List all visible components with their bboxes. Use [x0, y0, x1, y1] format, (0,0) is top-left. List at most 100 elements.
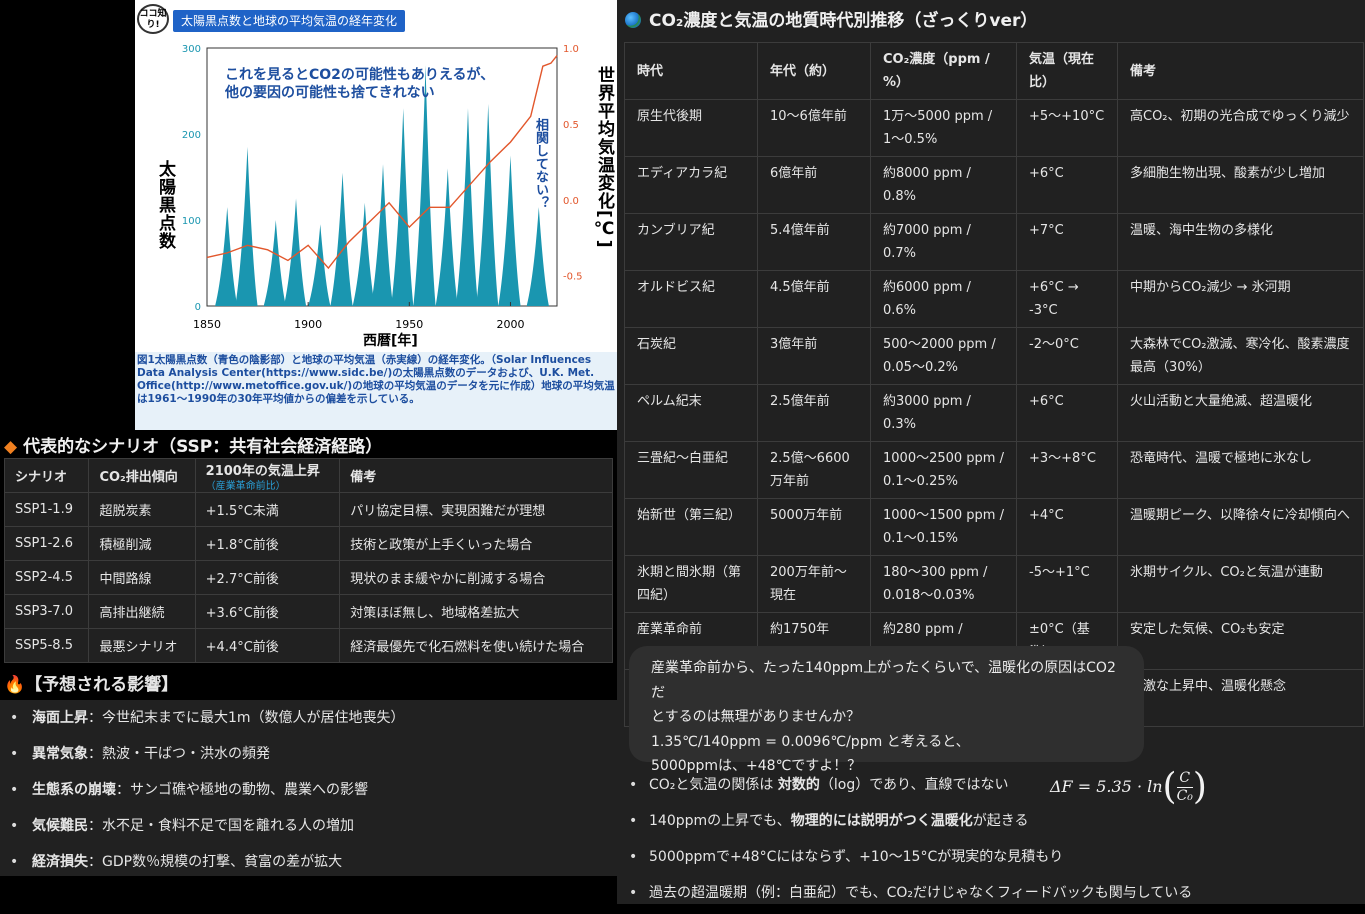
- answer-pre: CO₂と気温の関係は: [649, 777, 778, 793]
- table-cell: 1万〜5000 ppm / 1〜0.5%: [870, 99, 1017, 157]
- table-cell: 恐竜時代、温暖で極地に氷なし: [1117, 441, 1364, 499]
- geo-heading: CO₂濃度と気温の地質時代別推移（ざっくりver）: [625, 6, 1037, 31]
- col-age: 年代（約）: [757, 42, 871, 100]
- table-cell: +3.6°C前後: [194, 594, 341, 629]
- answer-bold: 対数的: [777, 777, 820, 793]
- table-header-row: 時代 年代（約） CO₂濃度（ppm / %） 気温（現在比） 備考: [624, 42, 1364, 100]
- sunspot-cycle-area: [263, 220, 286, 306]
- table-cell: 始新世（第三紀）: [624, 498, 758, 556]
- table-cell: 4.5億年前: [757, 270, 871, 328]
- table-cell: 180〜300 ppm / 0.018〜0.03%: [870, 555, 1017, 613]
- list-item: 経済損失：GDP数％規模の打撃、貧富の差が拡大: [0, 844, 617, 880]
- table-cell: 温暖、海中生物の多様化: [1117, 213, 1364, 271]
- x-tick-label: 1900: [294, 318, 322, 331]
- table-cell: 3億年前: [757, 327, 871, 385]
- col-era: 時代: [624, 42, 758, 100]
- table-cell: +5〜+10°C: [1016, 99, 1118, 157]
- table-row: SSP2-4.5 中間路線 +2.7°C前後 現状のまま緩やかに削減する場合: [3, 560, 613, 595]
- sunspot-temperature-figure: ココ知り! 太陽黒点数と地球の平均気温の経年変化 1850 1900 1950 200…: [135, 0, 617, 430]
- figure-note-line1: これを見るとCO2の可能性もありえるが、: [225, 67, 495, 83]
- ssp-heading-text: 代表的なシナリオ（SSP：共有社会経済経路）: [23, 437, 383, 457]
- table-cell: +3〜+8°C: [1016, 441, 1118, 499]
- col-scenario: シナリオ: [3, 458, 90, 493]
- impacts-list: 海面上昇：今世紀末までに最大1m（数億人が居住地喪失） 異常気象：熱波・干ばつ・…: [0, 700, 617, 880]
- formula-denominator: C₀: [1176, 788, 1193, 804]
- list-item: 異常気象：熱波・干ばつ・洪水の頻発: [0, 736, 617, 772]
- answer-pre: 5000ppmで+48°Cにはならず、+10〜15°Cが現実的な見積もり: [649, 849, 1064, 865]
- impact-term: 生態系の崩壊: [32, 782, 116, 798]
- x-axis-label: 西暦[年]: [363, 333, 418, 349]
- table-row: カンブリア紀 5.4億年前 約7000 ppm / 0.7% +7°C 温暖、海中生物の…: [624, 213, 1364, 271]
- ssp-table: シナリオ CO₂排出傾向 2100年の気温上昇 （産業革命前比） 備考 SSP1-…: [3, 458, 613, 663]
- col-notes: 備考: [339, 458, 613, 493]
- sunspot-cycle-area: [476, 103, 499, 307]
- table-cell: 石炭紀: [624, 327, 758, 385]
- table-row: 石炭紀 3億年前 500〜2000 ppm / 0.05〜0.2% -2〜0°C 大森林…: [624, 327, 1364, 385]
- impact-text: ：熱波・干ばつ・洪水の頻発: [88, 746, 270, 762]
- list-item: 過去の超温暖期（例：白亜紀）でも、CO₂だけじゃなくフィードバックも関与している: [625, 878, 1365, 914]
- figure-caption: 図1太陽黒点数（青色の陰影部）と地球の平均気温（赤実線）の経年変化。（Solar…: [135, 352, 617, 430]
- figure-note-line2: 他の要因の可能性も捨てきれない: [225, 85, 435, 101]
- user-message-bubble: 産業革命前から、たった140ppm上がったくらいで、温暖化の原因はCO2だ とす…: [629, 646, 1144, 774]
- table-cell: 1000〜1500 ppm / 0.1〜0.15%: [870, 498, 1017, 556]
- table-cell: 約3000 ppm / 0.3%: [870, 384, 1017, 442]
- table-cell: 高CO₂、初期の光合成でゆっくり減少: [1117, 99, 1364, 157]
- table-cell: 5.4億年前: [757, 213, 871, 271]
- table-cell: 技術と政策が上手くいった場合: [339, 526, 613, 561]
- table-cell: 200万年前〜現在: [757, 555, 871, 613]
- answer-post: （log）であり、直線ではない: [819, 777, 1009, 793]
- impact-text: ：水不足・食料不足で国を離れる人の増加: [88, 818, 354, 834]
- answer-pre: 過去の超温暖期（例：白亜紀）でも、CO₂だけじゃなくフィードバックも関与している: [649, 885, 1193, 901]
- table-row: 三畳紀〜白亜紀 2.5億〜6600万年前 1000〜2500 ppm / 0.1〜0…: [624, 441, 1364, 499]
- sunspot-cycle-area: [308, 224, 331, 306]
- table-cell: +2.7°C前後: [194, 560, 341, 595]
- formula-numerator: C: [1176, 770, 1193, 788]
- table-cell: 対策ほぼ無し、地域格差拡大: [339, 594, 613, 629]
- answer-pre: 140ppmの上昇でも、: [649, 813, 791, 829]
- table-cell: 現状のまま緩やかに削減する場合: [339, 560, 613, 595]
- table-cell: -2〜0°C: [1016, 327, 1118, 385]
- table-cell: 約8000 ppm / 0.8%: [870, 156, 1017, 214]
- table-cell: SSP1-1.9: [3, 492, 90, 527]
- table-row: エディアカラ紀 6億年前 約8000 ppm / 0.8% +6°C 多細胞生物出現、酸…: [624, 156, 1364, 214]
- y-right-tick-label: 0.0: [563, 196, 579, 207]
- table-row: SSP5-8.5 最悪シナリオ +4.4°C前後 経済最優先で化石燃料を使い続けた場合: [3, 628, 613, 663]
- table-row: 始新世（第三紀） 5000万年前 1000〜1500 ppm / 0.1〜0.15%…: [624, 498, 1364, 556]
- geologic-table: 時代 年代（約） CO₂濃度（ppm / %） 気温（現在比） 備考 原生代後期…: [624, 42, 1364, 727]
- impact-term: 異常気象: [32, 746, 88, 762]
- table-cell: 2.5億〜6600万年前: [757, 441, 871, 499]
- table-cell: 5000万年前: [757, 498, 871, 556]
- col-temp-rise: 2100年の気温上昇 （産業革命前比）: [194, 458, 341, 493]
- y-left-tick-label: 100: [182, 216, 201, 227]
- sunspot-cycle-area: [215, 207, 238, 306]
- table-cell: +4.4°C前後: [194, 628, 341, 663]
- table-cell: パリ協定目標、実現困難だが理想: [339, 492, 613, 527]
- table-row: SSP3-7.0 高排出継続 +3.6°C前後 対策ほぼ無し、地域格差拡大: [3, 594, 613, 629]
- table-row: オルドビス紀 4.5億年前 約6000 ppm / 0.6% +6°C → -3°C 中…: [624, 270, 1364, 328]
- table-cell: 10〜6億年前: [757, 99, 871, 157]
- x-tick-label: 1850: [193, 318, 221, 331]
- sunspot-cycle-area: [391, 108, 414, 306]
- table-cell: 最悪シナリオ: [88, 628, 196, 663]
- impact-text: ：サンゴ礁や極地の動物、農業への影響: [116, 782, 368, 798]
- table-cell: ペルム紀末: [624, 384, 758, 442]
- table-cell: SSP2-4.5: [3, 560, 90, 595]
- table-cell: 氷期サイクル、CO₂と気温が連動: [1117, 555, 1364, 613]
- col-co2: CO₂濃度（ppm / %）: [870, 42, 1017, 100]
- table-cell: 氷期と間氷期（第四紀）: [624, 555, 758, 613]
- table-cell: 経済最優先で化石燃料を使い続けた場合: [339, 628, 613, 663]
- figure-note: これを見るとCO2の可能性もありえるが、 他の要因の可能性も捨てきれない: [225, 66, 494, 102]
- table-cell: 中期からCO₂減少 → 氷河期: [1117, 270, 1364, 328]
- forcing-formula: ΔF = 5.35 · ln(C C₀): [1050, 766, 1207, 808]
- sunspot-cycle-area: [235, 146, 258, 306]
- table-cell: 温暖期ピーク、以降徐々に冷却傾向へ: [1117, 498, 1364, 556]
- sunspot-cycle-area: [455, 108, 479, 306]
- y-left-tick-label: 0: [195, 302, 201, 313]
- col-temp: 気温（現在比）: [1016, 42, 1118, 100]
- table-cell: 安定した気候、CO₂も安定: [1117, 612, 1364, 670]
- table-cell: SSP5-8.5: [3, 628, 90, 663]
- table-cell: 6億年前: [757, 156, 871, 214]
- chat-panel: CO₂濃度と気温の地質時代別推移（ざっくりver） 時代 年代（約） CO₂濃度…: [617, 0, 1365, 908]
- y-right-tick-label: 0.5: [563, 120, 579, 131]
- table-row: SSP1-2.6 積極削減 +1.8°C前後 技術と政策が上手くいった場合: [3, 526, 613, 561]
